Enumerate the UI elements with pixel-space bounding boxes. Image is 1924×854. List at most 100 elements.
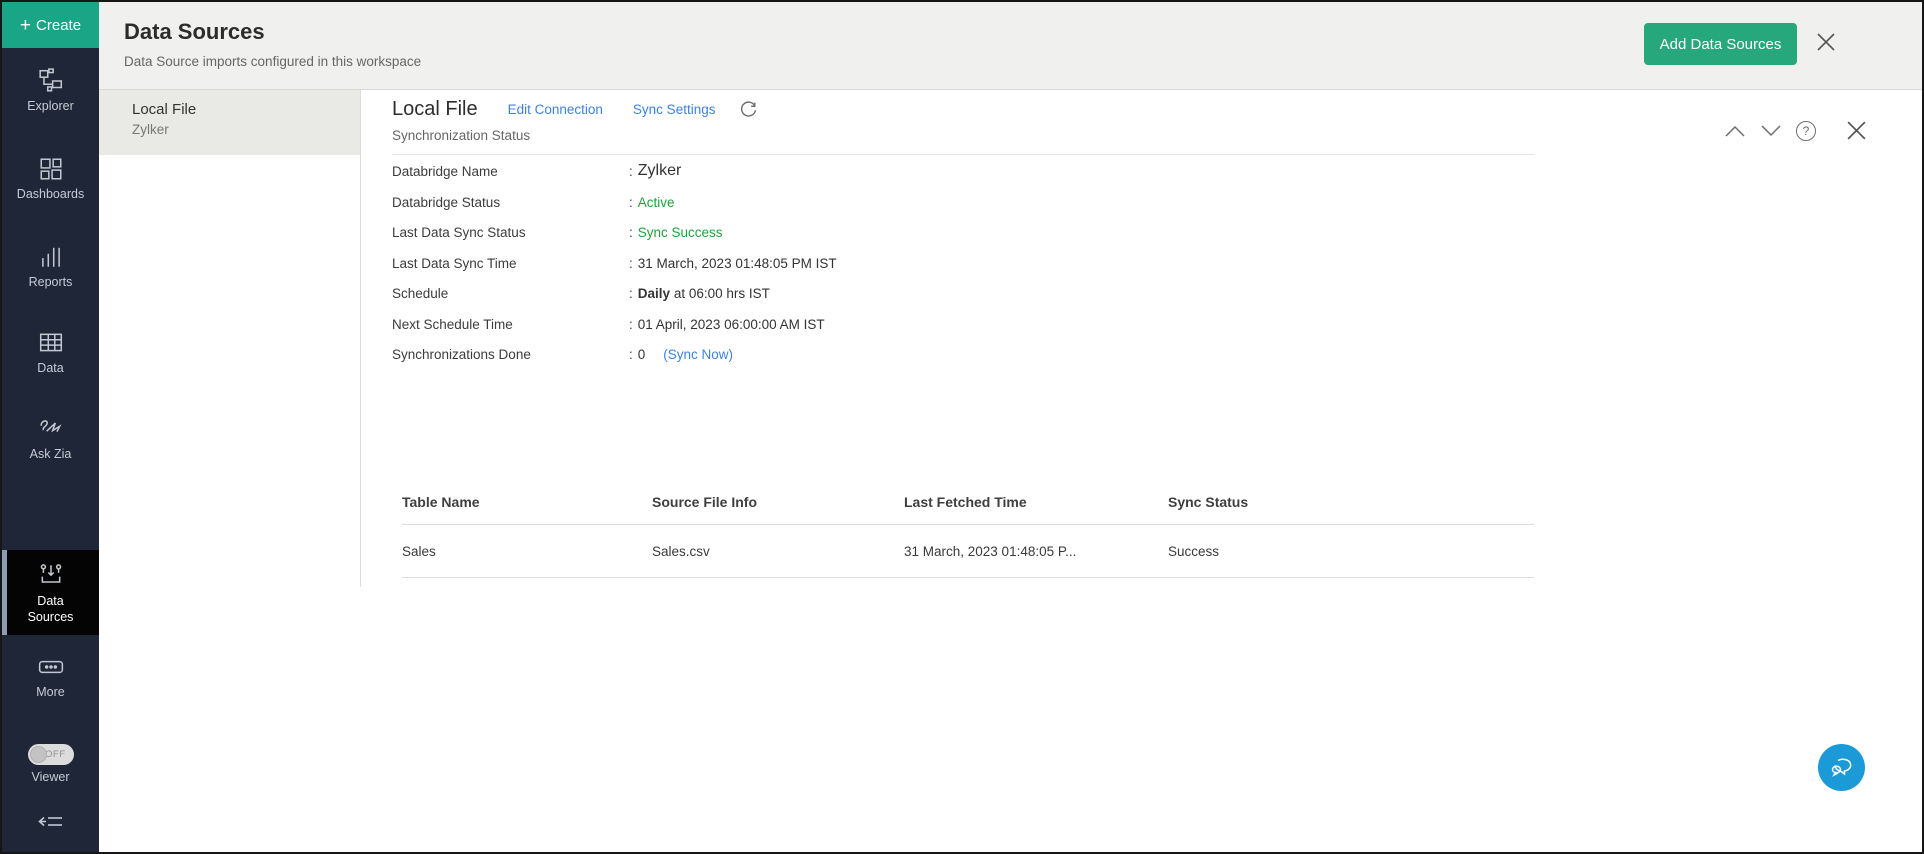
sidebar-item-explorer[interactable]: Explorer <box>2 68 99 113</box>
field-databridge-status: Databridge Status : Active <box>392 195 837 226</box>
list-item-local-file[interactable]: Local File Zylker <box>99 90 360 155</box>
sidebar-item-ask-zia[interactable]: Ask Zia <box>2 416 99 461</box>
sidebar-item-more[interactable]: More <box>2 654 99 699</box>
field-label: Last Data Sync Status <box>392 225 629 240</box>
detail-close-button[interactable] <box>1846 120 1867 141</box>
prev-source-button[interactable] <box>1724 124 1746 138</box>
viewer-label: Viewer <box>2 770 99 784</box>
table-header-row: Table Name Source File Info Last Fetched… <box>402 488 1534 524</box>
table-row[interactable]: Sales Sales.csv 31 March, 2023 01:48:05 … <box>402 524 1534 578</box>
field-databridge-name: Databridge Name : Zylker <box>392 164 837 195</box>
cell-table-name: Sales <box>402 525 652 577</box>
sidebar-item-data-sources[interactable]: Data Sources <box>2 550 99 635</box>
toggle-state-label: OFF <box>45 749 66 760</box>
sidebar-item-reports[interactable]: Reports <box>2 244 99 289</box>
chevron-up-icon <box>1724 124 1746 138</box>
field-synchronizations-done: Synchronizations Done : 0 (Sync Now) <box>392 347 837 378</box>
chevron-down-icon <box>1760 124 1782 138</box>
field-colon: : <box>629 164 633 179</box>
field-colon: : <box>629 256 633 271</box>
main-sidebar: + Create Explorer Dashboards Reports <box>2 2 99 852</box>
detail-panel-controls: ? <box>1724 120 1867 141</box>
section-label: Synchronization Status <box>392 128 530 143</box>
sidebar-item-label: Explorer <box>2 99 99 113</box>
sync-status-fields: Databridge Name : Zylker Databridge Stat… <box>392 164 837 378</box>
field-label: Databridge Name <box>392 164 629 179</box>
cell-source-file-info: Sales.csv <box>652 525 904 577</box>
viewer-toggle[interactable]: OFF <box>28 744 74 765</box>
field-value: Sync Success <box>638 225 723 240</box>
plus-icon: + <box>20 16 31 35</box>
field-label: Schedule <box>392 286 629 301</box>
collapse-sidebar-button[interactable] <box>2 810 99 839</box>
help-button[interactable]: ? <box>1796 121 1816 141</box>
col-header-source-file-info: Source File Info <box>652 488 904 524</box>
sidebar-item-label: Ask Zia <box>2 447 99 461</box>
create-button[interactable]: + Create <box>2 2 99 48</box>
create-button-label: Create <box>36 17 81 34</box>
field-colon: : <box>629 286 633 301</box>
field-value: Zylker <box>638 162 682 180</box>
app-window: + Create Explorer Dashboards Reports <box>0 0 1924 854</box>
col-header-last-fetched-time: Last Fetched Time <box>904 488 1168 524</box>
field-label: Synchronizations Done <box>392 347 629 362</box>
data-source-list-panel: Local File Zylker <box>99 90 360 852</box>
help-icon: ? <box>1803 124 1810 138</box>
field-value: 0 <box>638 347 646 362</box>
field-next-schedule-time: Next Schedule Time : 01 April, 2023 06:0… <box>392 317 837 348</box>
list-item-name: Zylker <box>132 122 360 137</box>
field-value: Active <box>638 195 675 210</box>
next-source-button[interactable] <box>1760 124 1782 138</box>
refresh-icon <box>739 100 758 119</box>
field-colon: : <box>629 195 633 210</box>
schedule-frequency: Daily <box>638 286 670 301</box>
ask-zia-icon <box>38 416 64 442</box>
data-table-icon <box>38 330 64 356</box>
reports-icon <box>38 244 64 270</box>
add-data-sources-button[interactable]: Add Data Sources <box>1644 23 1797 65</box>
field-last-sync-time: Last Data Sync Time : 31 March, 2023 01:… <box>392 256 837 287</box>
chat-bubbles-icon <box>1829 756 1855 780</box>
field-label: Databridge Status <box>392 195 629 210</box>
sync-now-link[interactable]: (Sync Now) <box>663 347 733 362</box>
field-schedule: Schedule : Daily at 06:00 hrs IST <box>392 286 837 317</box>
schedule-time: at 06:00 hrs IST <box>674 286 770 301</box>
col-header-sync-status: Sync Status <box>1168 488 1534 524</box>
close-icon <box>1816 32 1836 52</box>
sidebar-item-data[interactable]: Data <box>2 330 99 375</box>
cell-sync-status: Success <box>1168 525 1534 577</box>
tables-sync-table: Table Name Source File Info Last Fetched… <box>402 488 1534 578</box>
field-label: Last Data Sync Time <box>392 256 629 271</box>
page-header: Data Sources Data Source imports configu… <box>99 2 1922 90</box>
section-divider <box>392 154 1534 155</box>
viewer-toggle-item: OFF Viewer <box>2 744 99 784</box>
field-value: 31 March, 2023 01:48:05 PM IST <box>638 256 837 271</box>
detail-panel: Local File Edit Connection Sync Settings… <box>361 90 1922 852</box>
field-last-sync-status: Last Data Sync Status : Sync Success <box>392 225 837 256</box>
page-subtitle: Data Source imports configured in this w… <box>124 54 421 69</box>
col-header-table-name: Table Name <box>402 488 652 524</box>
sync-settings-link[interactable]: Sync Settings <box>633 102 716 117</box>
explorer-icon <box>38 68 64 94</box>
dashboards-icon <box>38 156 64 182</box>
sidebar-item-label: More <box>2 685 99 699</box>
sidebar-item-label: Data <box>2 361 99 375</box>
field-colon: : <box>629 225 633 240</box>
sidebar-item-dashboards[interactable]: Dashboards <box>2 156 99 201</box>
field-label: Next Schedule Time <box>392 317 629 332</box>
field-colon: : <box>629 317 633 332</box>
detail-title: Local File <box>392 98 478 121</box>
list-item-type: Local File <box>132 101 360 118</box>
support-chat-button[interactable] <box>1818 744 1865 791</box>
edit-connection-link[interactable]: Edit Connection <box>508 102 603 117</box>
sidebar-item-label: Data Sources <box>16 593 86 625</box>
page-title: Data Sources <box>124 19 265 45</box>
refresh-button[interactable] <box>739 100 758 119</box>
header-close-button[interactable] <box>1816 32 1836 57</box>
more-icon <box>38 654 64 680</box>
cell-last-fetched-time: 31 March, 2023 01:48:05 P... <box>904 525 1168 577</box>
sidebar-item-label: Dashboards <box>2 187 99 201</box>
collapse-arrow-icon <box>36 810 66 834</box>
close-icon <box>1846 120 1867 141</box>
field-value: 01 April, 2023 06:00:00 AM IST <box>638 317 825 332</box>
